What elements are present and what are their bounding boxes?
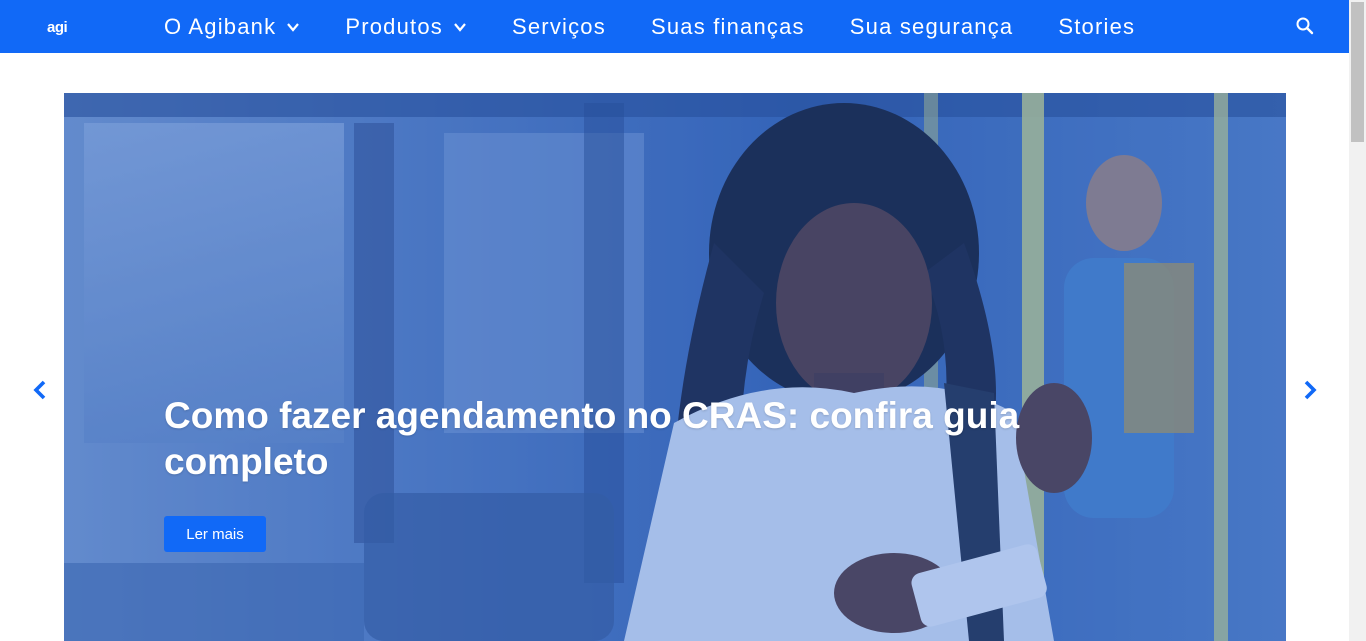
chevron-right-icon [1304,380,1317,400]
page-scrollbar[interactable] [1349,0,1366,641]
carousel-next-button[interactable] [1286,366,1334,414]
agibank-logo[interactable]: agi [47,19,68,36]
chevron-down-icon [287,22,300,32]
nav-item-label: Suas finanças [650,13,805,39]
main-nav: O Agibank Produtos Serviços Suas finança… [164,0,1180,53]
carousel-prev-button[interactable] [16,366,64,414]
hero-carousel-slide: Como fazer agendamento no CRAS: confira … [64,93,1286,641]
nav-item-o-agibank[interactable]: O Agibank [164,14,300,40]
nav-item-produtos[interactable]: Produtos [345,14,467,40]
nav-item-stories[interactable]: Stories [1058,14,1135,40]
scrollbar-thumb[interactable] [1351,2,1364,142]
chevron-down-icon [454,22,466,32]
nav-item-sua-seguranca[interactable]: Sua segurança [850,14,1014,40]
page: agi O Agibank Produtos Serviços Suas fin… [0,0,1366,641]
nav-item-label: Serviços [511,13,606,39]
top-navigation-bar: agi O Agibank Produtos Serviços Suas fin… [0,0,1349,53]
nav-item-suas-financas[interactable]: Suas finanças [651,14,805,40]
chevron-left-icon [33,380,46,400]
hero-color-overlay [64,93,1286,641]
hero-title[interactable]: Como fazer agendamento no CRAS: confira … [164,393,1084,485]
nav-item-label: Stories [1058,13,1136,39]
nav-item-label: O Agibank [164,13,277,39]
search-icon[interactable] [1294,15,1316,37]
nav-item-servicos[interactable]: Serviços [512,14,606,40]
nav-item-label: Produtos [345,13,443,39]
read-more-button[interactable]: Ler mais [164,516,266,552]
nav-item-label: Sua segurança [849,13,1014,39]
